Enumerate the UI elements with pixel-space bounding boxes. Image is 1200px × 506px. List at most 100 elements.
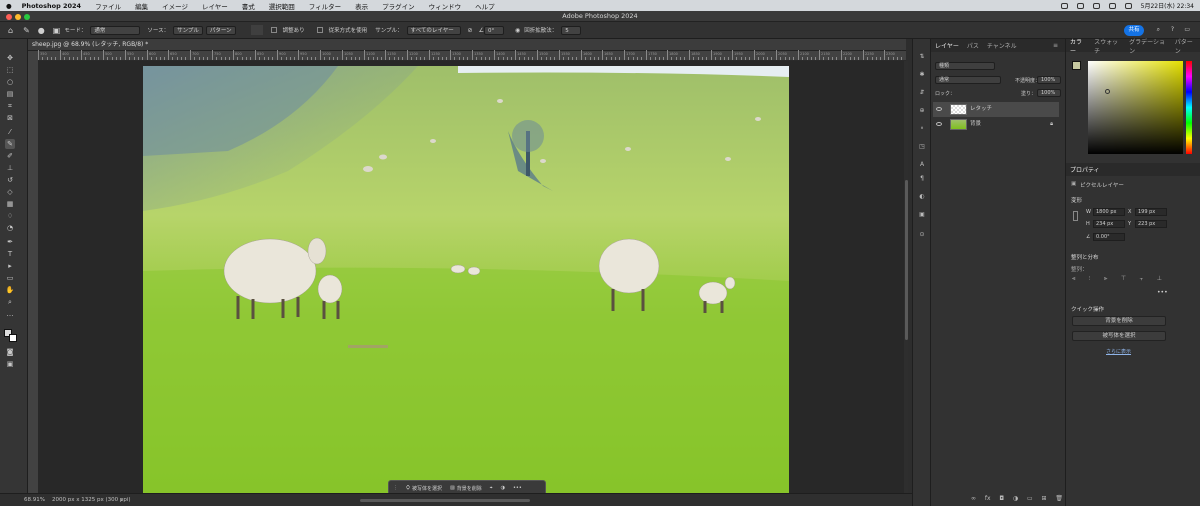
sample-layers-select[interactable]: すべてのレイヤー	[406, 25, 461, 35]
new-layer-icon[interactable]: ⊞	[1041, 495, 1046, 502]
zoom-tool-icon[interactable]: ⌕	[5, 297, 15, 307]
tab-swatches[interactable]: スウォッチ	[1090, 37, 1125, 55]
background-color-swatch[interactable]	[9, 334, 17, 342]
apple-icon[interactable]: ●	[6, 2, 12, 10]
tab-properties[interactable]: プロパティ	[1066, 165, 1104, 174]
more-align-icon[interactable]: •••	[1157, 289, 1168, 296]
close-window-button[interactable]	[6, 14, 12, 20]
angle-field[interactable]: 0.00°	[1093, 233, 1125, 241]
wifi-icon[interactable]	[1092, 2, 1100, 9]
align-left-icon[interactable]: ⫷	[1072, 275, 1075, 283]
align-top-icon[interactable]: ⊤	[1121, 275, 1126, 283]
remove-background-button[interactable]: ▨ 背景を削除	[446, 485, 486, 492]
link-dimensions-icon[interactable]	[1073, 211, 1078, 221]
history-panel-icon[interactable]: ⇅	[918, 53, 926, 61]
align-center-h-icon[interactable]: ⫶	[1089, 275, 1091, 283]
layer-row-background[interactable]: 背景 🔒︎	[933, 117, 1059, 132]
libraries-icon[interactable]: ⚬	[918, 125, 926, 133]
remove-background-quick-button[interactable]: 背景を削除	[1072, 316, 1166, 326]
source-pattern-button[interactable]: パターン	[205, 25, 236, 35]
angle-field[interactable]: 0°	[483, 25, 504, 35]
visibility-eye-icon[interactable]	[936, 107, 942, 111]
select-subject-button[interactable]: ⛭ 被写体を選択	[402, 485, 446, 492]
clone-source-icon[interactable]: ▣	[53, 26, 61, 35]
aligned-checkbox[interactable]	[270, 27, 277, 33]
control-center-icon[interactable]	[1124, 2, 1132, 9]
home-icon[interactable]: ⌂	[8, 26, 13, 35]
layer-name[interactable]: レタッチ	[970, 102, 992, 117]
battery-icon[interactable]	[1076, 2, 1084, 9]
crop-tool-icon[interactable]: ⌗	[5, 101, 15, 111]
path-select-tool-icon[interactable]: ▸	[5, 261, 15, 271]
color-panel-foreground-swatch[interactable]	[1072, 61, 1081, 70]
eraser-tool-icon[interactable]: ◇	[5, 187, 15, 197]
align-section-label[interactable]: 整列と分布	[1071, 253, 1099, 261]
type-tool-icon[interactable]: T	[5, 249, 15, 259]
zoom-level[interactable]: 68.91%	[24, 494, 45, 506]
menu-view[interactable]: 表示	[355, 1, 368, 11]
frame-tool-icon[interactable]: ⊠	[5, 113, 15, 123]
tab-channels[interactable]: チャンネル	[983, 41, 1021, 50]
fill-field[interactable]: 100%	[1037, 89, 1061, 97]
menu-plugins[interactable]: プラグイン	[382, 1, 415, 11]
x-field[interactable]: 199 px	[1135, 208, 1167, 216]
blur-tool-icon[interactable]: ♢	[5, 211, 15, 221]
select-subject-quick-button[interactable]: 被写体を選択	[1072, 331, 1166, 341]
vertical-scrollbar-thumb[interactable]	[905, 180, 908, 340]
ignore-adjustment-icon[interactable]: ⊘	[468, 27, 473, 34]
healing-brush-tool-icon[interactable]: ✎	[23, 26, 30, 35]
link-layers-icon[interactable]: ∞	[971, 495, 976, 502]
tab-paths[interactable]: パス	[963, 41, 983, 50]
source-sample-button[interactable]: サンプル	[173, 25, 203, 35]
horizontal-scrollbar[interactable]	[360, 499, 530, 502]
quick-actions-label[interactable]: クイック操作	[1071, 305, 1104, 313]
search-icon[interactable]: ⌕	[1157, 26, 1160, 34]
actions-icon[interactable]: ◳	[918, 143, 926, 151]
zoom-window-button[interactable]	[24, 14, 30, 20]
workspace-icon[interactable]: ▭	[1184, 26, 1190, 33]
opacity-field[interactable]: 100%	[1037, 76, 1061, 84]
menu-layer[interactable]: レイヤー	[202, 1, 228, 11]
transform-section-label[interactable]: 変形	[1071, 196, 1082, 204]
y-field[interactable]: 223 px	[1135, 220, 1167, 228]
app-menu[interactable]: Photoshop 2024	[22, 2, 81, 10]
hue-slider[interactable]	[1186, 61, 1192, 154]
gradient-tool-icon[interactable]: ▦	[5, 199, 15, 209]
pattern-picker[interactable]	[250, 25, 263, 35]
color-field[interactable]	[1088, 61, 1183, 154]
width-field[interactable]: 1800 px	[1093, 208, 1125, 216]
menu-filter[interactable]: フィルター	[309, 1, 341, 11]
delete-layer-icon[interactable]: 🗑︎	[1055, 495, 1063, 502]
layer-filter-kind-select[interactable]: 種類	[935, 62, 995, 70]
align-bottom-icon[interactable]: ⊥	[1157, 275, 1162, 283]
paragraph-panel-icon[interactable]: ¶	[918, 175, 926, 183]
color-picker-ring[interactable]	[1105, 89, 1110, 94]
shape-tool-icon[interactable]: ▭	[5, 273, 15, 283]
visibility-eye-icon[interactable]	[936, 122, 942, 126]
document-info[interactable]: 2000 px x 1325 px (300 ppi)	[52, 494, 131, 506]
fx-icon[interactable]: fx	[985, 495, 991, 502]
more-options-icon[interactable]: •••	[509, 485, 526, 491]
height-field[interactable]: 234 px	[1093, 220, 1125, 228]
document-tab[interactable]: sheep.jpg @ 68.9% (レタッチ, RGB/8) *	[28, 39, 906, 51]
align-right-icon[interactable]: ⫸	[1104, 275, 1107, 283]
menu-type[interactable]: 書式	[242, 1, 255, 11]
creative-cloud-icon[interactable]	[1060, 2, 1068, 9]
menu-image[interactable]: イメージ	[162, 1, 188, 11]
move-tool-icon[interactable]: ✥	[5, 53, 15, 63]
adjustments-icon[interactable]: ⇵	[918, 89, 926, 97]
clone-source-panel-icon[interactable]: ⊕	[918, 107, 926, 115]
layer-name[interactable]: 背景	[970, 117, 981, 132]
legacy-checkbox[interactable]	[316, 27, 323, 33]
transform-icon[interactable]: ⌖	[486, 485, 497, 491]
more-tools-icon[interactable]: …	[5, 309, 15, 319]
healing-brush-tool-icon[interactable]: ✎	[5, 139, 15, 149]
blend-mode-select[interactable]: 通常	[935, 76, 1001, 84]
brush-settings-icon[interactable]: ✱	[918, 71, 926, 79]
show-more-link[interactable]: さらに表示	[1106, 348, 1131, 355]
adjustment-icon[interactable]: ◑	[497, 485, 509, 491]
menu-window[interactable]: ウィンドウ	[429, 1, 462, 11]
eyedropper-tool-icon[interactable]: ⁄	[5, 127, 15, 137]
adjustment-layer-icon[interactable]: ◑	[1013, 495, 1018, 502]
layer-row-retouch[interactable]: レタッチ	[933, 102, 1059, 117]
